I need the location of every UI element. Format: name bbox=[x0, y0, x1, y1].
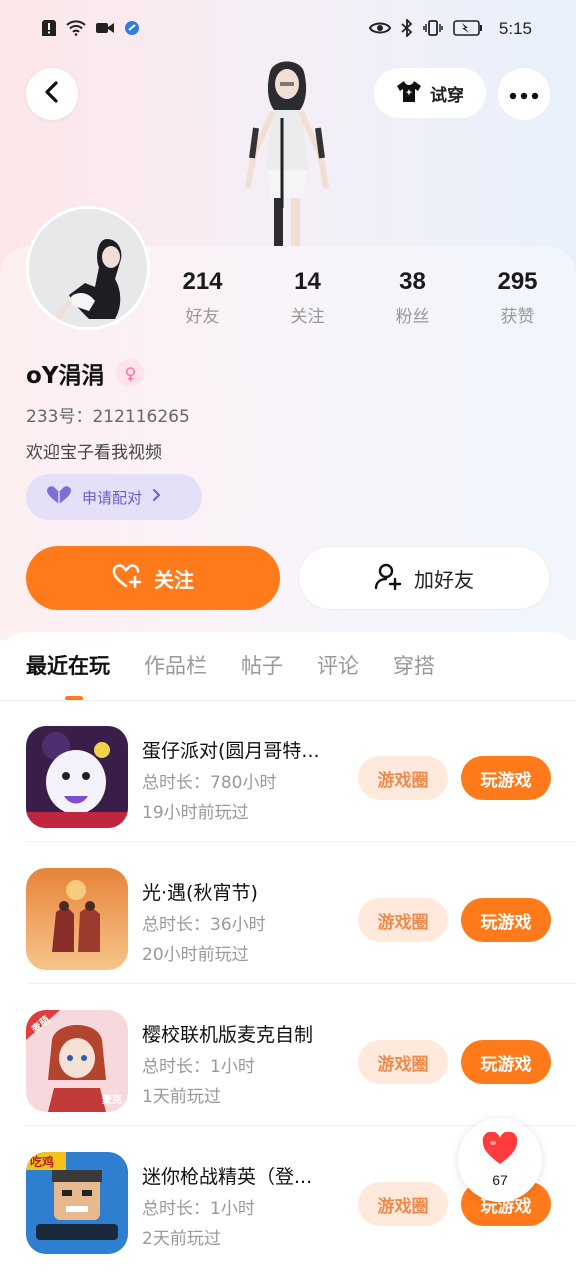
game-circle-button[interactable]: 游戏圈 bbox=[358, 756, 448, 800]
status-time: 5:15 bbox=[498, 19, 532, 38]
request-pair-label: 申请配对 bbox=[82, 488, 143, 507]
game-badge-bottom: 麦克 bbox=[102, 1095, 122, 1106]
game-last-played: 20小时前玩过 bbox=[142, 945, 249, 965]
tab-recently-played[interactable]: 最近在玩 bbox=[26, 650, 110, 680]
game-last-played: 1天前玩过 bbox=[142, 1087, 221, 1107]
game-icon-sakura-school[interactable]: 麦萌 麦克 bbox=[26, 1010, 128, 1112]
try-on-label: 试穿 bbox=[430, 85, 464, 106]
like-button[interactable]: 67 bbox=[458, 1118, 542, 1202]
chevron-right-icon bbox=[152, 488, 162, 506]
game-total-time: 总时长：1小时 bbox=[142, 1057, 255, 1077]
stat-fans[interactable]: 38 粉丝 bbox=[360, 268, 465, 327]
game-icon-eggy-party[interactable] bbox=[26, 726, 128, 828]
list-item[interactable]: 麦萌 麦克 樱校联机版麦克自制 总时长：1小时 1天前玩过 游戏圈 玩游戏 bbox=[0, 984, 576, 1126]
play-game-button[interactable]: 玩游戏 bbox=[461, 756, 551, 800]
more-dots-icon bbox=[509, 85, 539, 104]
tab-outfits[interactable]: 穿搭 bbox=[393, 650, 435, 680]
game-badge-top: 吃鸡 bbox=[30, 1155, 55, 1169]
female-gender-icon: ♀ bbox=[116, 359, 145, 387]
stat-label: 粉丝 bbox=[395, 307, 430, 327]
vibrate-icon bbox=[423, 19, 443, 39]
stat-friends[interactable]: 214 好友 bbox=[150, 268, 255, 327]
add-friend-button[interactable]: 加好友 bbox=[298, 546, 550, 610]
more-options-button[interactable] bbox=[498, 68, 550, 120]
stat-following[interactable]: 14 关注 bbox=[255, 268, 360, 327]
try-on-button[interactable]: 试穿 bbox=[374, 68, 486, 118]
status-right-icons: 5:15 bbox=[368, 17, 532, 40]
follow-label: 关注 bbox=[154, 567, 194, 592]
user-avatar[interactable] bbox=[26, 206, 150, 330]
stat-label: 获赞 bbox=[500, 307, 535, 327]
wifi-icon bbox=[66, 19, 86, 39]
list-item[interactable]: 蛋仔派对(圆月哥特... 总时长：780小时 19小时前玩过 游戏圈 玩游戏 bbox=[0, 700, 576, 842]
stat-value: 14 bbox=[294, 268, 321, 295]
add-user-icon bbox=[374, 562, 402, 595]
stat-value: 214 bbox=[182, 268, 223, 295]
user-id: 233号：212116265 bbox=[26, 407, 190, 427]
game-name: 迷你枪战精英（登... bbox=[142, 1166, 313, 1188]
eye-icon bbox=[368, 21, 392, 38]
game-total-time: 总时长：1小时 bbox=[142, 1199, 255, 1219]
game-total-time: 总时长：36小时 bbox=[142, 915, 266, 935]
game-name: 蛋仔派对(圆月哥特... bbox=[142, 740, 320, 762]
follow-button[interactable]: 关注 bbox=[26, 546, 280, 610]
profile-tabs: 最近在玩 作品栏 帖子 评论 穿搭 bbox=[26, 650, 435, 680]
stat-label: 关注 bbox=[290, 307, 325, 327]
tab-posts[interactable]: 帖子 bbox=[241, 650, 283, 680]
status-bar: 5:15 bbox=[0, 0, 576, 58]
game-name: 樱校联机版麦克自制 bbox=[142, 1024, 314, 1046]
game-icon-mini-gun-elite[interactable]: 吃鸡 bbox=[26, 1152, 128, 1254]
user-name: oY涓涓 bbox=[26, 363, 105, 389]
stat-likes[interactable]: 295 获赞 bbox=[465, 268, 570, 327]
play-game-button[interactable]: 玩游戏 bbox=[461, 898, 551, 942]
name-row: oY涓涓 ♀ bbox=[26, 356, 145, 390]
game-total-time: 总时长：780小时 bbox=[142, 773, 277, 793]
profile-stats: 214 好友 14 关注 38 粉丝 295 获赞 bbox=[150, 268, 570, 327]
battery-icon bbox=[453, 19, 483, 39]
tab-works[interactable]: 作品栏 bbox=[144, 650, 207, 680]
status-left-icons bbox=[42, 19, 140, 39]
heart-plus-icon bbox=[112, 563, 142, 594]
play-game-button[interactable]: 玩游戏 bbox=[461, 1040, 551, 1084]
stat-label: 好友 bbox=[185, 307, 220, 327]
avatar-3d-figure[interactable] bbox=[232, 58, 342, 246]
request-pair-button[interactable]: 申请配对 bbox=[26, 474, 202, 520]
tshirt-icon bbox=[396, 79, 422, 108]
like-count: 67 bbox=[492, 1172, 508, 1188]
chevron-left-icon bbox=[44, 80, 60, 108]
video-camera-icon bbox=[96, 21, 114, 38]
stat-value: 38 bbox=[399, 268, 426, 295]
game-last-played: 19小时前玩过 bbox=[142, 803, 249, 823]
user-bio: 欢迎宝子看我视频 bbox=[26, 443, 162, 463]
app-notification-icon bbox=[124, 20, 140, 39]
game-circle-button[interactable]: 游戏圈 bbox=[358, 898, 448, 942]
game-name: 光·遇(秋宵节) bbox=[142, 882, 258, 904]
heart-icon bbox=[481, 1131, 519, 1170]
alert-icon bbox=[42, 19, 56, 39]
game-icon-sky[interactable] bbox=[26, 868, 128, 970]
game-circle-button[interactable]: 游戏圈 bbox=[358, 1182, 448, 1226]
back-button[interactable] bbox=[26, 68, 78, 120]
game-last-played: 2天前玩过 bbox=[142, 1229, 221, 1249]
add-friend-label: 加好友 bbox=[414, 567, 474, 592]
heart-pair-icon bbox=[46, 485, 72, 509]
tab-comments[interactable]: 评论 bbox=[317, 650, 359, 680]
game-circle-button[interactable]: 游戏圈 bbox=[358, 1040, 448, 1084]
stat-value: 295 bbox=[497, 268, 538, 295]
list-item[interactable]: 光·遇(秋宵节) 总时长：36小时 20小时前玩过 游戏圈 玩游戏 bbox=[0, 842, 576, 984]
bluetooth-icon bbox=[401, 17, 413, 40]
